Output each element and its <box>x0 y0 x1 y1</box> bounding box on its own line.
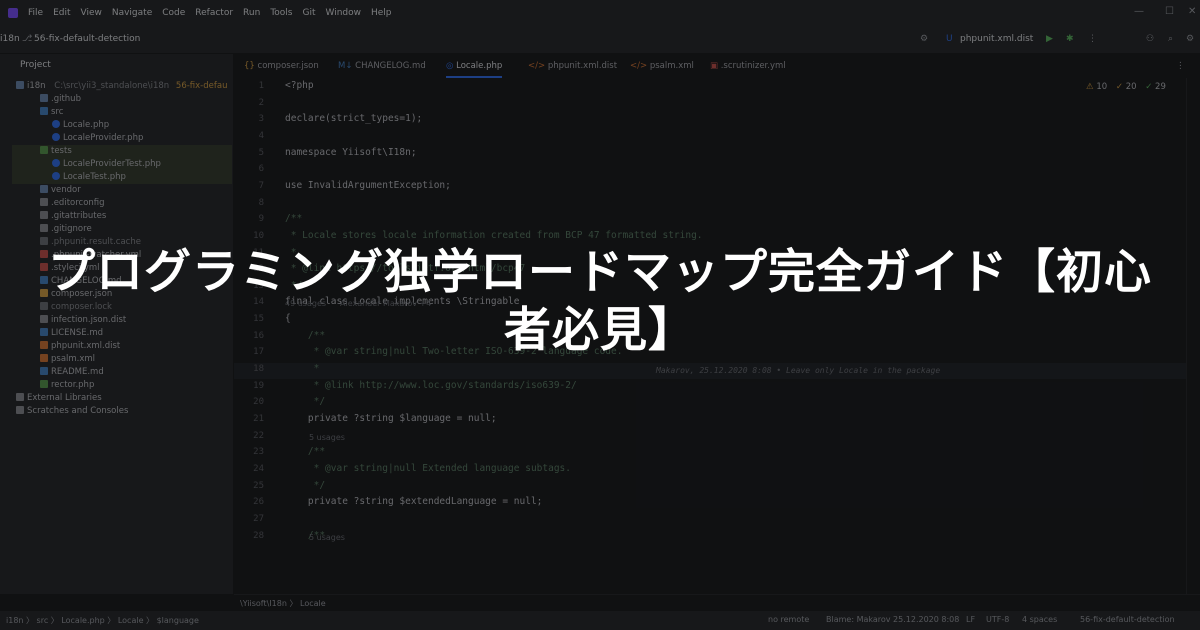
headline: プログラミング独学ロードマップ完全ガイド【初心 者必見】 <box>40 244 1160 360</box>
headline-line-1: プログラミング独学ロードマップ完全ガイド【初心 <box>48 245 1152 300</box>
headline-line-2: 者必見】 <box>504 303 696 358</box>
